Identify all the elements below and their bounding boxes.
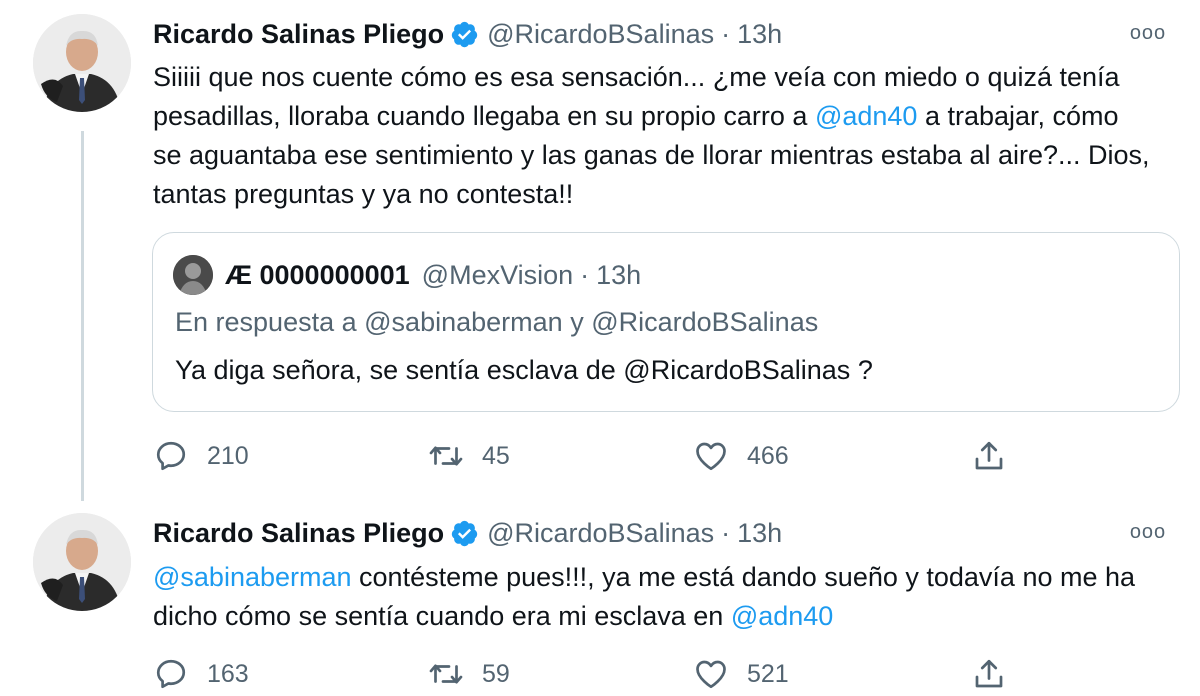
author-handle[interactable]: @RicardoBSalinas: [487, 19, 714, 50]
reply-prefix: En respuesta a: [175, 307, 357, 337]
author-name[interactable]: Ricardo Salinas Pliego: [153, 518, 444, 549]
more-options-icon[interactable]: ooo: [1128, 521, 1168, 544]
reply-icon: [156, 659, 186, 689]
tweet-actions: 210 45 466: [153, 434, 1033, 478]
reply-button[interactable]: 163: [153, 652, 249, 696]
reply-context: En respuesta a @sabinaberman y @RicardoB…: [175, 307, 818, 338]
separator-dot: ·: [580, 259, 590, 290]
reply-mention-link[interactable]: @sabinaberman: [364, 307, 563, 337]
timestamp[interactable]: 13h: [737, 19, 782, 50]
retweet-button[interactable]: 45: [428, 434, 510, 478]
retweet-count: 45: [482, 441, 510, 470]
verified-badge-icon: [451, 21, 478, 47]
reply-and: y: [570, 307, 584, 337]
quoted-timestamp: 13h: [596, 259, 642, 290]
share-icon: [975, 659, 1003, 688]
quoted-text-mention: @RicardoBSalinas: [623, 355, 851, 385]
share-button[interactable]: [971, 434, 1007, 478]
quoted-header: Æ 0000000001 @MexVision · 13h: [225, 257, 641, 293]
mention-link[interactable]: @sabinaberman: [153, 562, 352, 592]
like-icon: [696, 442, 726, 471]
timestamp[interactable]: 13h: [737, 518, 782, 549]
retweet-button[interactable]: 59: [428, 652, 510, 696]
like-icon: [696, 660, 726, 689]
quoted-author-name[interactable]: Æ 0000000001: [225, 260, 410, 291]
reply-count: 210: [207, 441, 249, 470]
retweet-icon: [429, 664, 463, 684]
avatar[interactable]: [33, 14, 131, 112]
separator-dot: ·: [721, 18, 731, 49]
quoted-author-handle[interactable]: @MexVision: [422, 260, 573, 291]
quoted-text-part: Ya diga señora, se sentía esclava de: [175, 355, 624, 385]
like-count: 521: [747, 659, 789, 688]
tweet-header: Ricardo Salinas Pliego @RicardoBSalinas …: [153, 16, 782, 52]
quoted-tweet[interactable]: Æ 0000000001 @MexVision · 13h En respues…: [152, 232, 1180, 412]
tweet-text: @sabinaberman contésteme pues!!!, ya me …: [153, 558, 1153, 636]
thread-line: [81, 131, 84, 501]
tweet-header: Ricardo Salinas Pliego @RicardoBSalinas …: [153, 515, 782, 551]
tweet-text: Siiiii que nos cuente cómo es esa sensac…: [153, 58, 1153, 214]
tweet-actions: 163 59 521: [153, 652, 1033, 696]
reply-icon: [156, 441, 186, 471]
quoted-text: Ya diga señora, se sentía esclava de @Ri…: [175, 355, 873, 386]
separator-dot: ·: [721, 517, 731, 548]
share-icon: [975, 441, 1003, 470]
more-options-icon[interactable]: ooo: [1128, 22, 1168, 45]
quoted-avatar[interactable]: [173, 255, 213, 295]
avatar[interactable]: [33, 513, 131, 611]
mention-link[interactable]: @adn40: [731, 601, 834, 631]
like-button[interactable]: 466: [693, 434, 789, 478]
like-count: 466: [747, 441, 789, 470]
like-button[interactable]: 521: [693, 652, 789, 696]
reply-button[interactable]: 210: [153, 434, 249, 478]
reply-mention-link[interactable]: @RicardoBSalinas: [591, 307, 818, 337]
retweet-icon: [429, 446, 463, 466]
author-handle[interactable]: @RicardoBSalinas: [487, 518, 714, 549]
retweet-count: 59: [482, 659, 510, 688]
verified-badge-icon: [451, 520, 478, 546]
quoted-text-part: ?: [850, 355, 873, 385]
share-button[interactable]: [971, 652, 1007, 696]
reply-count: 163: [207, 659, 249, 688]
mention-link[interactable]: @adn40: [815, 101, 918, 131]
author-name[interactable]: Ricardo Salinas Pliego: [153, 19, 444, 50]
